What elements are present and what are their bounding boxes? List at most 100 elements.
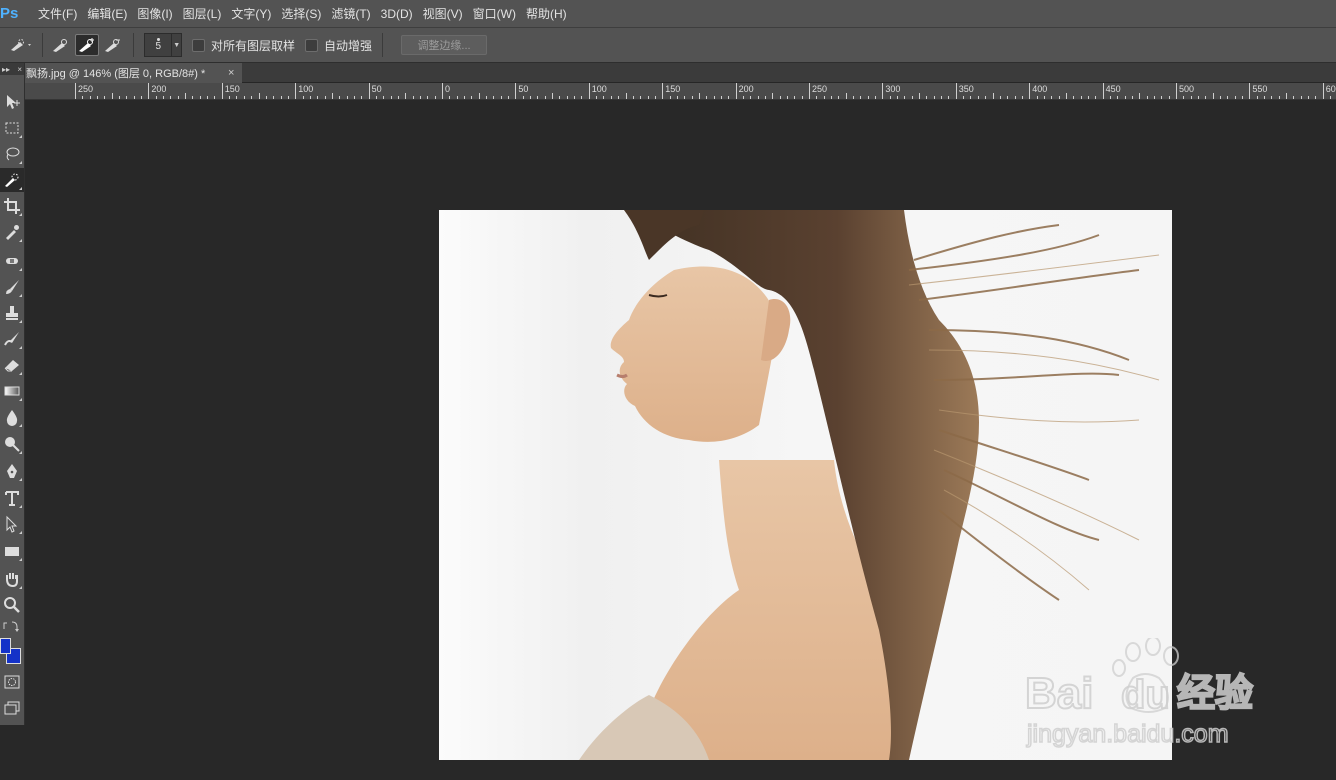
menu-edit[interactable]: 编辑(E)	[82, 0, 132, 28]
photoshop-window: Ps 文件(F) 编辑(E) 图像(I) 图层(L) 文字(Y) 选择(S) 滤…	[0, 0, 1336, 780]
path-selection-tool[interactable]	[0, 512, 24, 536]
separator	[133, 33, 134, 57]
collapse-icon[interactable]: ▸▸	[2, 65, 10, 74]
menu-image[interactable]: 图像(I)	[132, 0, 177, 28]
swap-colors-icon[interactable]	[2, 619, 24, 633]
ruler-minor-tick	[412, 96, 414, 99]
ruler-minor-tick	[1036, 96, 1038, 99]
crop-tool[interactable]	[0, 194, 24, 218]
chevron-down-icon[interactable]: ▼	[171, 34, 181, 56]
ruler-minor-tick	[177, 96, 179, 99]
ruler-minor-tick	[757, 96, 759, 99]
gradient-tool[interactable]	[0, 379, 24, 403]
refine-edge-button[interactable]: 调整边缘...	[401, 35, 488, 55]
sample-all-layers-label: 对所有图层取样	[211, 38, 296, 53]
quick-mask-button[interactable]	[0, 670, 24, 694]
screen-mode-button[interactable]	[0, 696, 24, 720]
tool-group-indicator	[19, 346, 22, 349]
ruler-minor-tick	[684, 96, 686, 99]
brush-size-picker[interactable]: 5 ▼	[144, 33, 182, 57]
horizontal-ruler[interactable]: 250 200 150 100 50 0 50 100 150 200 250 300 350 400 45…	[25, 83, 1336, 100]
clone-stamp-tool[interactable]	[0, 301, 24, 325]
toolbox-header[interactable]: ▸▸ ×	[0, 63, 24, 75]
eraser-tool[interactable]	[0, 353, 24, 377]
foreground-color-swatch[interactable]	[0, 638, 11, 654]
ruler-minor-tick	[750, 96, 752, 99]
ruler-minor-tick	[508, 96, 510, 99]
ruler-minor-tick	[397, 96, 399, 99]
menu-view[interactable]: 视图(V)	[418, 0, 468, 28]
history-brush-tool[interactable]	[0, 327, 24, 351]
ruler-minor-tick	[992, 93, 994, 99]
tool-preset-picker[interactable]	[6, 34, 36, 56]
document-tab[interactable]: 飘扬.jpg @ 146% (图层 0, RGB/8#) *	[25, 63, 242, 83]
close-icon[interactable]: ×	[17, 65, 22, 74]
ruler-minor-tick	[434, 96, 436, 99]
add-to-selection-button[interactable]	[75, 34, 99, 56]
ruler-label: 50	[518, 84, 529, 94]
menu-type[interactable]: 文字(Y)	[226, 0, 276, 28]
ruler-label: 250	[78, 84, 94, 94]
pen-tool[interactable]	[0, 459, 24, 483]
rectangle-tool[interactable]	[0, 539, 24, 563]
ruler-minor-tick	[786, 96, 788, 99]
ruler-minor-tick	[559, 96, 561, 99]
type-tool[interactable]	[0, 486, 24, 510]
ruler-minor-tick	[317, 96, 319, 99]
ruler-minor-tick	[1058, 96, 1060, 99]
auto-enhance-checkbox[interactable]: 自动增强	[305, 37, 372, 54]
color-swatches	[0, 636, 24, 670]
healing-brush-tool[interactable]	[0, 249, 24, 273]
ps-logo: Ps	[0, 4, 19, 22]
blur-tool[interactable]	[0, 405, 24, 429]
ruler-major-tick	[1322, 83, 1324, 99]
brush-size-value: 5	[155, 41, 162, 52]
ruler-label: 100	[298, 84, 314, 94]
ruler-minor-tick	[324, 96, 326, 99]
ruler-minor-tick	[618, 96, 620, 99]
menu-window[interactable]: 窗口(W)	[468, 0, 521, 28]
ruler-label: 150	[224, 84, 240, 94]
menu-help[interactable]: 帮助(H)	[521, 0, 572, 28]
tool-group-indicator	[19, 531, 22, 534]
ruler-minor-tick	[1007, 96, 1009, 99]
ruler-minor-tick	[860, 96, 862, 99]
close-icon[interactable]: ×	[228, 67, 234, 79]
dodge-tool[interactable]	[0, 432, 24, 456]
menu-layer[interactable]: 图层(L)	[178, 0, 227, 28]
tool-group-indicator	[19, 239, 22, 242]
checkbox-box[interactable]	[192, 38, 205, 52]
zoom-tool[interactable]	[0, 593, 24, 617]
eyedropper-tool[interactable]	[0, 220, 24, 244]
brush-tool[interactable]	[0, 275, 24, 299]
menu-filter[interactable]: 滤镜(T)	[326, 0, 375, 28]
ruler-minor-tick	[794, 96, 796, 99]
ruler-minor-tick	[845, 93, 847, 99]
ruler-label: 600	[1325, 84, 1336, 94]
menu-3d[interactable]: 3D(D)	[376, 0, 418, 28]
ruler-minor-tick	[229, 96, 231, 99]
menu-bar: Ps 文件(F) 编辑(E) 图像(I) 图层(L) 文字(Y) 选择(S) 滤…	[0, 0, 1336, 28]
ruler-minor-tick	[1043, 96, 1045, 99]
rect-marquee-tool[interactable]	[0, 116, 24, 140]
subtract-from-selection-button[interactable]	[101, 34, 125, 56]
ruler-minor-tick	[610, 96, 612, 99]
quick-selection-tool[interactable]	[0, 168, 24, 192]
ruler-minor-tick	[133, 96, 135, 99]
ruler-minor-tick	[383, 96, 385, 99]
move-tool[interactable]	[0, 90, 24, 114]
new-selection-button[interactable]	[49, 34, 73, 56]
hand-tool[interactable]	[0, 567, 24, 591]
ruler-minor-tick	[640, 96, 642, 99]
tool-group-indicator	[19, 478, 22, 481]
lasso-tool[interactable]	[0, 142, 24, 166]
checkbox-box[interactable]	[305, 38, 319, 52]
menu-select[interactable]: 选择(S)	[276, 0, 326, 28]
ruler-minor-tick	[119, 96, 121, 99]
ruler-minor-tick	[1014, 96, 1016, 99]
ruler-minor-tick	[126, 96, 128, 99]
ruler-minor-tick	[647, 96, 649, 99]
menu-file[interactable]: 文件(F)	[33, 0, 82, 28]
ruler-minor-tick	[1183, 96, 1185, 99]
sample-all-layers-checkbox[interactable]: 对所有图层取样	[192, 37, 295, 54]
